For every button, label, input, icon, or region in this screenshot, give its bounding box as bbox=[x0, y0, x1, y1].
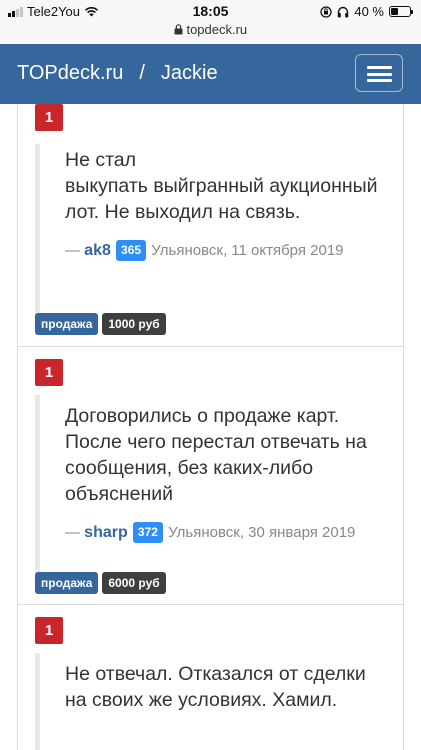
battery-icon bbox=[389, 6, 413, 17]
deal-type-tag[interactable]: продажа bbox=[35, 313, 99, 335]
menu-toggle-button[interactable] bbox=[355, 54, 403, 92]
breadcrumb-separator: / bbox=[139, 62, 145, 84]
price-tag: 1000 руб bbox=[102, 313, 166, 335]
price-tag: 6000 руб bbox=[102, 572, 166, 594]
rating-badge: 1 bbox=[35, 104, 63, 131]
karma-badge: 372 bbox=[132, 522, 163, 543]
review-text: Договорились о продаже карт. После чего … bbox=[65, 405, 367, 505]
battery-percent: 40 % bbox=[354, 4, 384, 19]
review-card: 1 Не отвечал. Отказался от сделки на сво… bbox=[17, 604, 404, 750]
deal-type-tag[interactable]: продажа bbox=[35, 572, 99, 594]
orientation-lock-icon bbox=[320, 5, 333, 18]
review-quote: Не отвечал. Отказался от сделки на своих… bbox=[35, 653, 385, 750]
author-link[interactable]: sharp bbox=[84, 524, 128, 541]
tag-list: продажа 1000 руб bbox=[35, 313, 166, 335]
url-bar[interactable]: topdeck.ru bbox=[0, 22, 421, 37]
location-date: Ульяновск, 11 октября 2019 bbox=[151, 242, 344, 259]
rating-badge: 1 bbox=[35, 359, 63, 386]
review-footer: — ak8 365 Ульяновск, 11 октября 2019 bbox=[65, 240, 344, 261]
site-brand-link[interactable]: TOPdeck.ru bbox=[17, 62, 123, 85]
author-link[interactable]: ak8 bbox=[84, 242, 111, 259]
karma-badge: 365 bbox=[116, 240, 147, 261]
review-card: 1 Договорились о продаже карт. После чег… bbox=[17, 346, 404, 608]
hamburger-icon bbox=[367, 66, 392, 69]
profile-user-name: Jackie bbox=[160, 62, 218, 84]
review-quote: Договорились о продаже карт. После чего … bbox=[35, 395, 385, 575]
breadcrumb: TOPdeck.ru / Jackie bbox=[17, 62, 218, 85]
review-quote: Не стал выкупать выйгранный аукционный л… bbox=[35, 144, 385, 322]
review-card: 1 Не стал выкупать выйгранный аукционный… bbox=[17, 104, 404, 346]
tag-list: продажа 6000 руб bbox=[35, 572, 166, 594]
status-bar: Tele2You 18:05 topdeck.ru 40 % bbox=[0, 0, 421, 44]
lock-icon bbox=[174, 24, 183, 35]
review-text: Не стал выкупать выйгранный аукционный л… bbox=[65, 149, 378, 223]
system-icons: 40 % bbox=[320, 4, 413, 19]
feedback-list: 1 Не стал выкупать выйгранный аукционный… bbox=[0, 104, 421, 750]
review-footer: — sharp 372 Ульяновск, 30 января 2019 bbox=[65, 522, 356, 543]
location-date: Ульяновск, 30 января 2019 bbox=[168, 524, 356, 541]
headphones-icon bbox=[338, 6, 349, 17]
review-text: Не отвечал. Отказался от сделки на своих… bbox=[65, 663, 366, 711]
url-text: topdeck.ru bbox=[186, 22, 248, 37]
site-navbar: TOPdeck.ru / Jackie bbox=[0, 44, 421, 104]
rating-badge: 1 bbox=[35, 617, 63, 644]
